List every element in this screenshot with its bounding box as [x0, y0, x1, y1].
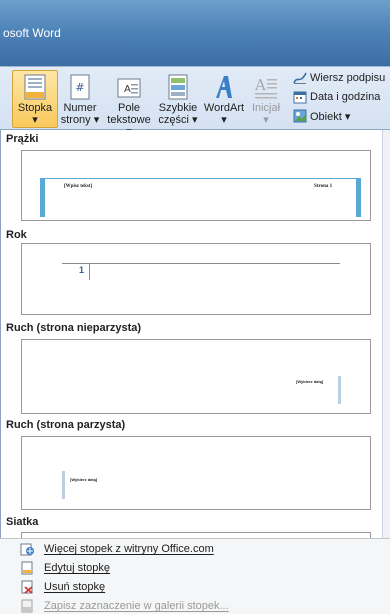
- footer-preview-even[interactable]: [Wybierz datę]: [21, 436, 371, 510]
- wordart-icon: [212, 74, 236, 100]
- title-bar: osoft Word: [0, 0, 390, 66]
- wordart-label: WordArt: [203, 102, 245, 114]
- footer-button-label: Stopka: [17, 102, 53, 114]
- motion-bar-even: [62, 471, 65, 499]
- remove-footer-icon: [20, 580, 34, 594]
- text-box-label-1: Pole: [117, 102, 141, 114]
- calendar-icon: [293, 90, 307, 104]
- save-selection-label: Zapisz zaznaczenie w galerii stopek...: [44, 600, 229, 612]
- stripe-left: [40, 178, 45, 217]
- edit-footer-icon: [20, 561, 34, 575]
- quick-parts-label-1: Szybkie: [158, 102, 198, 114]
- footer-preview-prazki[interactable]: [Wpisz tekst] Strona 1: [21, 150, 371, 221]
- motion-bar-odd: [338, 376, 341, 404]
- text-box-button[interactable]: A Pole tekstowe ▾: [104, 70, 154, 138]
- svg-text:A: A: [124, 84, 131, 95]
- wordart-arrow: ▾: [221, 114, 227, 126]
- rok-page-number: 1: [79, 265, 85, 275]
- edit-footer-label: Edytuj stopkę: [44, 562, 111, 574]
- page-number-text: Strona 1: [314, 184, 333, 189]
- footer-menu: Więcej stopek z witryny Office.com Edytu…: [0, 538, 390, 614]
- footer-preview-rok[interactable]: 1: [21, 243, 371, 315]
- quick-parts-label-2: części ▾: [158, 114, 198, 126]
- date-placeholder-odd: [Wybierz datę]: [296, 379, 324, 384]
- drop-cap-icon: A: [254, 74, 278, 100]
- object-button[interactable]: Obiekt ▾: [293, 108, 350, 124]
- page-number-button[interactable]: # Numer strony ▾: [60, 70, 100, 128]
- date-time-button[interactable]: Data i godzina: [293, 89, 380, 105]
- window-title: osoft Word: [3, 26, 61, 40]
- date-placeholder-even: [Wybierz datę]: [70, 477, 98, 482]
- page-number-label-2: strony ▾: [60, 114, 100, 126]
- signature-line-label: Wiersz podpisu: [310, 72, 386, 84]
- ribbon: Stopka ▾ # Numer strony ▾ A Pole tekstow…: [0, 66, 390, 138]
- page-number-label-1: Numer: [63, 102, 97, 114]
- gallery-section-title: Ruch (strona nieparzysta): [6, 322, 142, 334]
- rok-divider: [89, 263, 90, 280]
- footer-preview-odd[interactable]: [Wybierz datę]: [21, 339, 371, 414]
- save-to-gallery-icon: [20, 599, 34, 613]
- gallery-section-title: Prążki: [6, 133, 39, 145]
- svg-text:#: #: [75, 81, 84, 94]
- quick-parts-button[interactable]: Szybkie części ▾: [156, 70, 200, 128]
- signature-icon: [293, 71, 307, 85]
- quick-parts-icon: [168, 74, 188, 100]
- placeholder-text: [Wpisz tekst]: [64, 184, 93, 189]
- drop-cap-button[interactable]: A Inicjał ▾: [246, 70, 286, 128]
- edit-footer-item[interactable]: Edytuj stopkę: [20, 559, 110, 577]
- office-online-icon: [20, 542, 34, 556]
- gallery-scrollbar[interactable]: [382, 130, 390, 538]
- gallery-section-title: Siatka: [6, 516, 39, 528]
- signature-line-button[interactable]: Wiersz podpisu: [293, 70, 385, 86]
- rok-line: [62, 263, 340, 264]
- object-label: Obiekt ▾: [310, 110, 351, 123]
- wordart-button[interactable]: WordArt ▾: [202, 70, 246, 128]
- drop-cap-label: Inicjał: [251, 102, 281, 114]
- gallery-section-title: Ruch (strona parzysta): [6, 419, 126, 431]
- remove-footer-label: Usuń stopkę: [44, 581, 106, 593]
- footer-icon: [24, 74, 46, 100]
- svg-text:A: A: [254, 76, 266, 94]
- text-box-icon: A: [116, 76, 142, 100]
- save-selection-item[interactable]: Zapisz zaznaczenie w galerii stopek...: [20, 597, 229, 614]
- footer-button[interactable]: Stopka ▾: [12, 70, 58, 128]
- stripe-line: [40, 178, 358, 179]
- more-footers-label: Więcej stopek z witryny Office.com: [44, 543, 214, 555]
- more-footers-item[interactable]: Więcej stopek z witryny Office.com: [20, 540, 214, 558]
- object-icon: [293, 109, 307, 123]
- date-time-label: Data i godzina: [310, 91, 381, 103]
- page-number-icon: #: [70, 74, 90, 100]
- drop-cap-arrow: ▾: [263, 114, 269, 126]
- gallery-section-title: Rok: [6, 229, 27, 241]
- footer-button-arrow: ▾: [32, 114, 38, 126]
- stripe-right: [356, 178, 361, 217]
- footer-gallery: Prążki [Wpisz tekst] Strona 1 Rok 1 Ruch…: [0, 130, 390, 538]
- remove-footer-item[interactable]: Usuń stopkę: [20, 578, 105, 596]
